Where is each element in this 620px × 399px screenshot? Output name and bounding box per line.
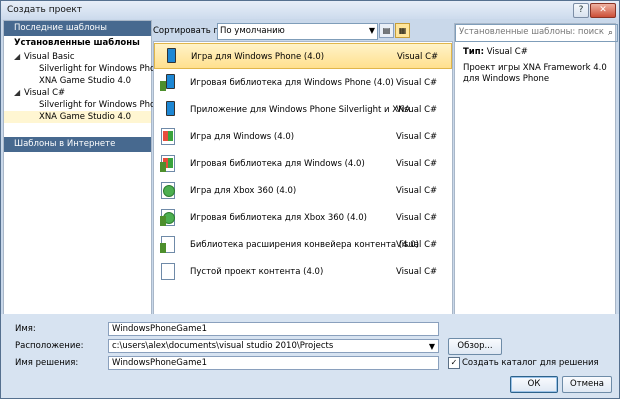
collapse-triangle-icon[interactable]: ◢	[14, 51, 24, 63]
online-templates-tab[interactable]: Шаблоны в Интернете	[4, 137, 151, 152]
browse-button[interactable]: Обзор...	[448, 338, 502, 355]
solution-name-input[interactable]: WindowsPhoneGame1	[108, 356, 439, 370]
collapse-triangle-icon[interactable]: ◢	[14, 87, 24, 99]
xbox-game-icon	[160, 181, 177, 200]
window-title: Создать проект	[7, 5, 83, 15]
list-view-icon[interactable]: ▤	[379, 23, 394, 38]
tree-item-visual-basic[interactable]: ◢ Visual Basic	[4, 51, 151, 63]
template-row[interactable]: Библиотека расширения конвейера контента…	[154, 232, 452, 258]
project-options: Имя: WindowsPhoneGame1 Расположение: c:\…	[1, 314, 619, 398]
chevron-down-icon: ▼	[368, 26, 375, 35]
location-input[interactable]: c:\users\alex\documents\visual studio 20…	[108, 339, 439, 353]
help-button[interactable]: ?	[573, 3, 589, 18]
template-row[interactable]: Игровая библиотека для Windows (4.0) Vis…	[154, 151, 452, 177]
template-categories-panel: Последние шаблоны Установленные шаблоны …	[3, 20, 166, 315]
cancel-button[interactable]: Отмена	[562, 376, 612, 393]
content-pipeline-icon	[160, 235, 177, 254]
location-label: Расположение:	[15, 341, 84, 351]
title-bar: Создать проект ? ✕	[1, 1, 619, 19]
sort-toolbar: Сортировать по: По умолчанию ▼ ▤ ▦	[153, 23, 451, 40]
template-row[interactable]: Игровая библиотека для Windows Phone (4.…	[154, 70, 452, 96]
xbox-library-icon	[160, 208, 177, 227]
ok-button[interactable]: ОК	[510, 376, 558, 393]
search-icon[interactable]: ⌕	[608, 26, 613, 41]
template-list: Игра для Windows Phone (4.0) Visual C# И…	[153, 41, 453, 315]
new-project-dialog: Создать проект ? ✕ Последние шаблоны Уст…	[0, 0, 620, 399]
tree-item-visual-csharp[interactable]: ◢ Visual C#	[4, 87, 151, 99]
tree-item-vb-xna[interactable]: XNA Game Studio 4.0	[4, 75, 151, 87]
name-label: Имя:	[15, 324, 36, 334]
template-search-input[interactable]: Установленные шаблоны: поиск ⌕	[455, 24, 618, 42]
tree-item-vb-silverlight[interactable]: Silverlight for Windows Phone	[4, 63, 166, 75]
phone-app-icon	[160, 100, 177, 119]
template-tree: ◢ Visual Basic Silverlight for Windows Ph…	[4, 51, 166, 123]
tree-item-cs-xna[interactable]: XNA Game Studio 4.0	[4, 111, 151, 123]
recent-templates-tab[interactable]: Последние шаблоны	[4, 21, 151, 36]
installed-templates-tab[interactable]: Установленные шаблоны	[4, 36, 151, 51]
tree-item-cs-silverlight[interactable]: Silverlight for Windows Phone	[4, 99, 166, 111]
close-button[interactable]: ✕	[590, 3, 616, 18]
template-details-panel: Установленные шаблоны: поиск ⌕ Тип: Visua…	[454, 23, 618, 315]
phone-library-icon	[160, 73, 177, 92]
template-row[interactable]: Приложение для Windows Phone Silverlight…	[154, 97, 452, 123]
template-row[interactable]: Игровая библиотека для Xbox 360 (4.0) Vi…	[154, 205, 452, 231]
phone-icon	[161, 47, 178, 66]
content-project-icon	[160, 262, 177, 281]
template-row[interactable]: Пустой проект контента (4.0) Visual C#	[154, 259, 452, 285]
sort-select[interactable]: По умолчанию ▼	[217, 23, 378, 40]
chevron-down-icon[interactable]: ▼	[429, 340, 435, 353]
template-row[interactable]: Игра для Windows Phone (4.0) Visual C#	[154, 43, 452, 69]
sort-label: Сортировать по:	[153, 26, 228, 36]
project-name-input[interactable]: WindowsPhoneGame1	[108, 322, 439, 336]
create-directory-checkbox[interactable]: ✓	[448, 357, 460, 369]
create-directory-label: Создать каталог для решения	[462, 358, 599, 368]
windows-game-icon	[160, 127, 177, 146]
grid-view-icon[interactable]: ▦	[395, 23, 410, 38]
solution-name-label: Имя решения:	[15, 358, 79, 368]
template-description: Проект игры XNA Framework 4.0 для Window…	[463, 63, 607, 84]
template-row[interactable]: Игра для Windows (4.0) Visual C#	[154, 124, 452, 150]
template-row[interactable]: Игра для Xbox 360 (4.0) Visual C#	[154, 178, 452, 204]
windows-library-icon	[160, 154, 177, 173]
template-type: Тип: Visual C#	[463, 47, 528, 57]
